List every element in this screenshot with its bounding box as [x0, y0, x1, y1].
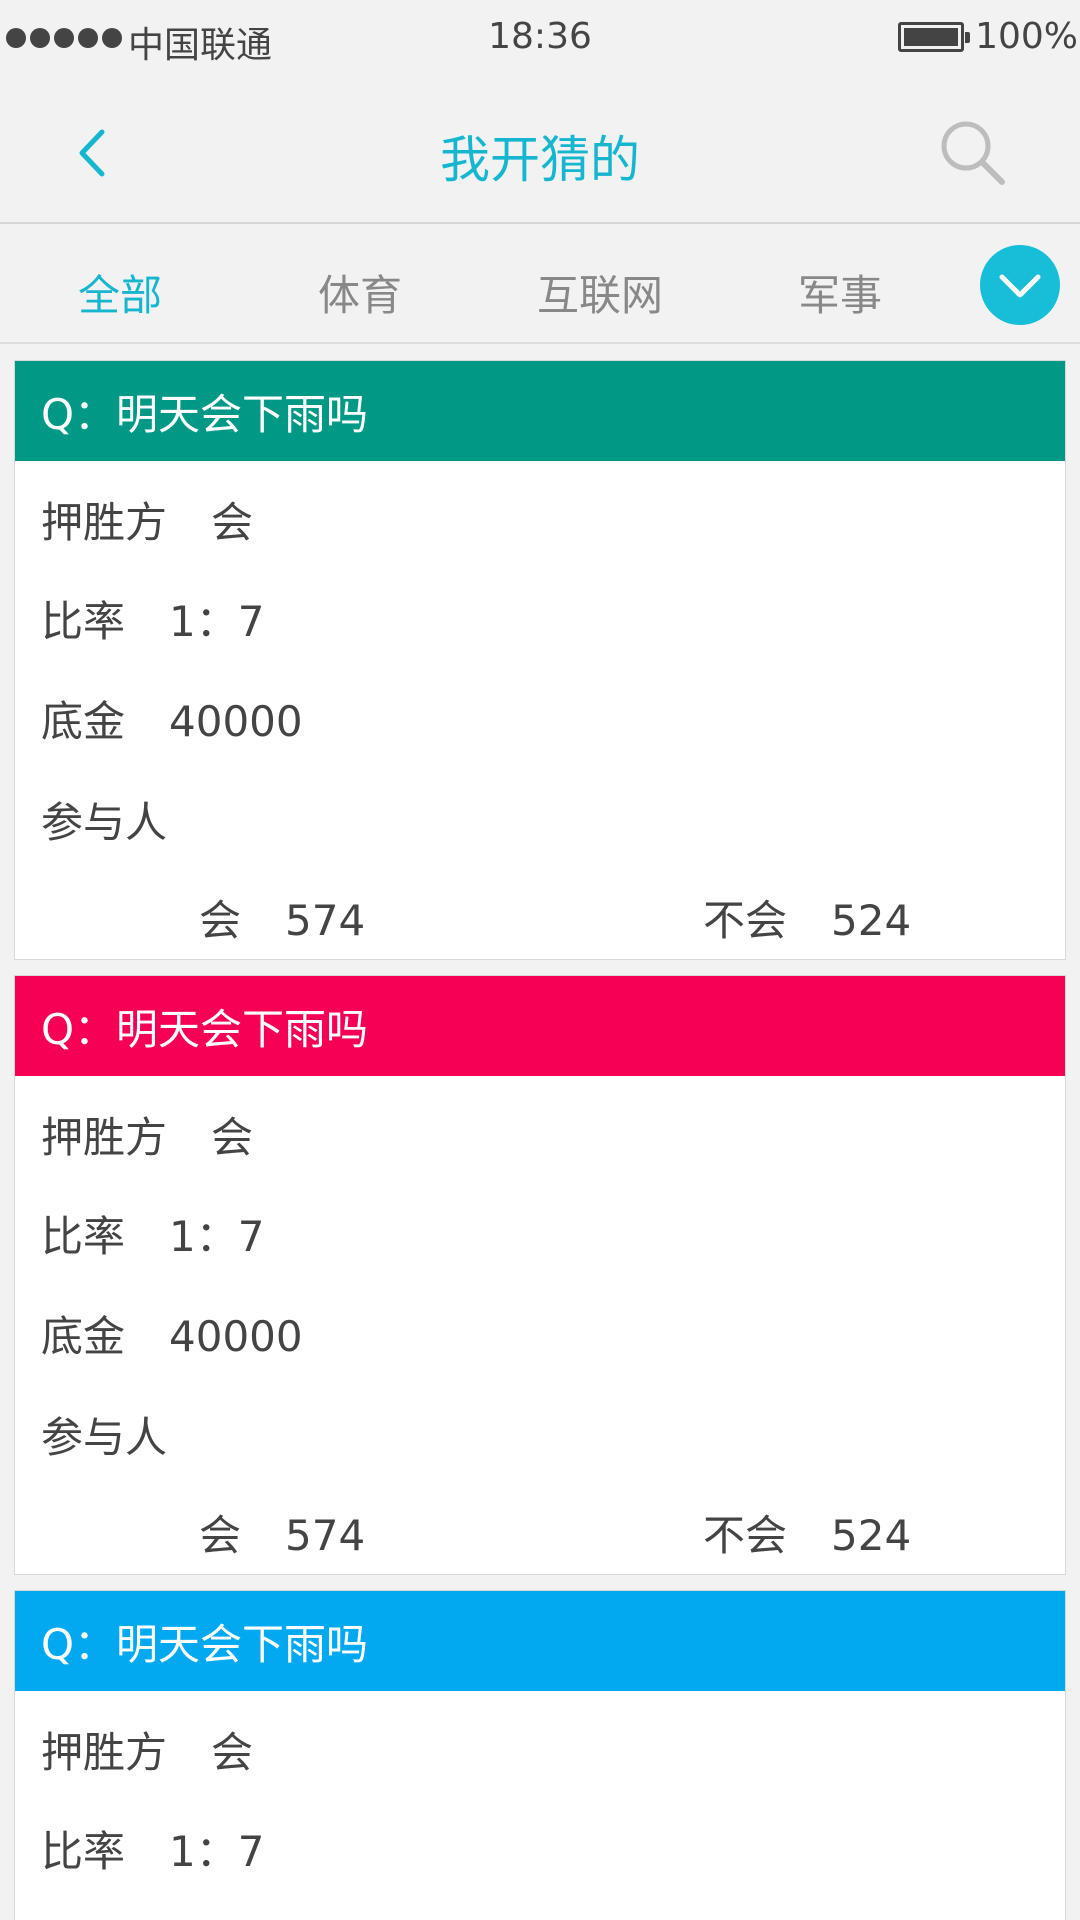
odds-row: 比率 1：7: [41, 588, 264, 649]
chevron-down-icon: [999, 274, 1041, 298]
pot-value: 40000: [169, 1312, 303, 1361]
yes-count: 574: [285, 1511, 366, 1560]
odds-value: 1：7: [169, 1827, 265, 1876]
tab-all[interactable]: 全部: [20, 262, 220, 323]
no-count: 524: [831, 896, 912, 945]
status-bar: 中国联通 18:36 100%: [0, 0, 1080, 78]
more-categories-button[interactable]: [980, 245, 1060, 325]
winner-value: 会: [211, 498, 254, 547]
pot-row: 底金 40000: [41, 1303, 303, 1364]
odds-value: 1：7: [169, 1212, 265, 1261]
winner-row: 押胜方会: [41, 489, 253, 550]
odds-label: 比率: [41, 1212, 126, 1261]
winner-label: 押胜方: [41, 1728, 168, 1777]
participants-label: 参与人: [41, 1413, 168, 1462]
pot-value: 40000: [169, 697, 303, 746]
winner-label: 押胜方: [41, 498, 168, 547]
battery-percent: 100%: [975, 16, 1078, 57]
tab-military[interactable]: 军事: [740, 262, 940, 323]
no-votes: 不会 524: [703, 887, 911, 948]
card-question: Q：明天会下雨吗: [15, 976, 1065, 1076]
card-question: Q：明天会下雨吗: [15, 1591, 1065, 1691]
odds-label: 比率: [41, 1827, 126, 1876]
battery-icon: [898, 22, 970, 52]
winner-value: 会: [211, 1728, 254, 1777]
guess-card[interactable]: Q：明天会下雨吗 押胜方会 比率 1：7: [14, 1590, 1066, 1920]
winner-row: 押胜方会: [41, 1104, 253, 1165]
yes-label: 会: [199, 896, 242, 945]
yes-votes: 会 574: [199, 1502, 365, 1563]
tab-sports[interactable]: 体育: [260, 262, 460, 323]
guess-card[interactable]: Q：明天会下雨吗 押胜方会 比率 1：7 底金 40000 参与人 会 574 不会 5…: [14, 975, 1066, 1575]
tab-internet[interactable]: 互联网: [500, 262, 700, 323]
category-tabs: 全部 体育 互联网 军事: [0, 226, 1080, 344]
pot-row: 底金 40000: [41, 688, 303, 749]
odds-value: 1：7: [169, 597, 265, 646]
search-button[interactable]: [936, 116, 1010, 190]
card-question: Q：明天会下雨吗: [15, 361, 1065, 461]
page-title: 我开猜的: [440, 131, 640, 189]
no-label: 不会: [703, 896, 788, 945]
no-label: 不会: [703, 1511, 788, 1560]
yes-count: 574: [285, 896, 366, 945]
participants-label: 参与人: [41, 798, 168, 847]
winner-value: 会: [211, 1113, 254, 1162]
winner-label: 押胜方: [41, 1113, 168, 1162]
guess-card[interactable]: Q：明天会下雨吗 押胜方会 比率 1：7 底金 40000 参与人 会 574 不会 5…: [14, 360, 1066, 960]
pot-label: 底金: [41, 697, 126, 746]
yes-label: 会: [199, 1511, 242, 1560]
search-icon: [941, 121, 1005, 185]
navigation-bar: 我开猜的: [0, 78, 1080, 224]
odds-label: 比率: [41, 597, 126, 646]
winner-row: 押胜方会: [41, 1719, 253, 1780]
odds-row: 比率 1：7: [41, 1203, 264, 1264]
no-count: 524: [831, 1511, 912, 1560]
pot-label: 底金: [41, 1312, 126, 1361]
yes-votes: 会 574: [199, 887, 365, 948]
odds-row: 比率 1：7: [41, 1818, 264, 1879]
no-votes: 不会 524: [703, 1502, 911, 1563]
